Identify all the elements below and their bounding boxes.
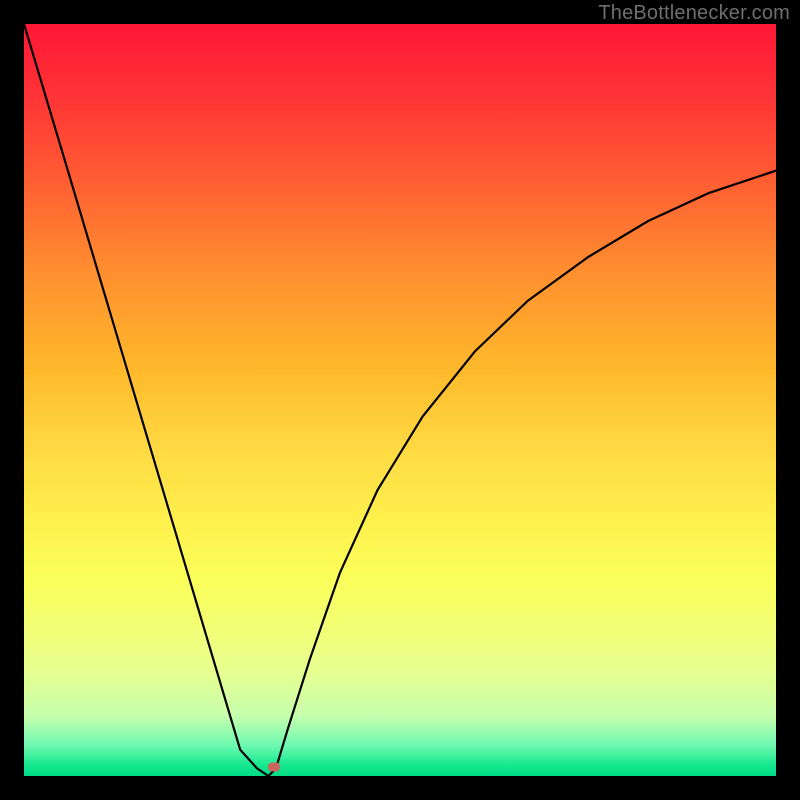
plot-area (24, 24, 776, 776)
chart-frame: TheBottlenecker.com (0, 0, 800, 800)
watermark-label: TheBottlenecker.com (598, 2, 790, 25)
optimal-marker-icon (268, 762, 280, 771)
bottleneck-curve (24, 24, 776, 776)
